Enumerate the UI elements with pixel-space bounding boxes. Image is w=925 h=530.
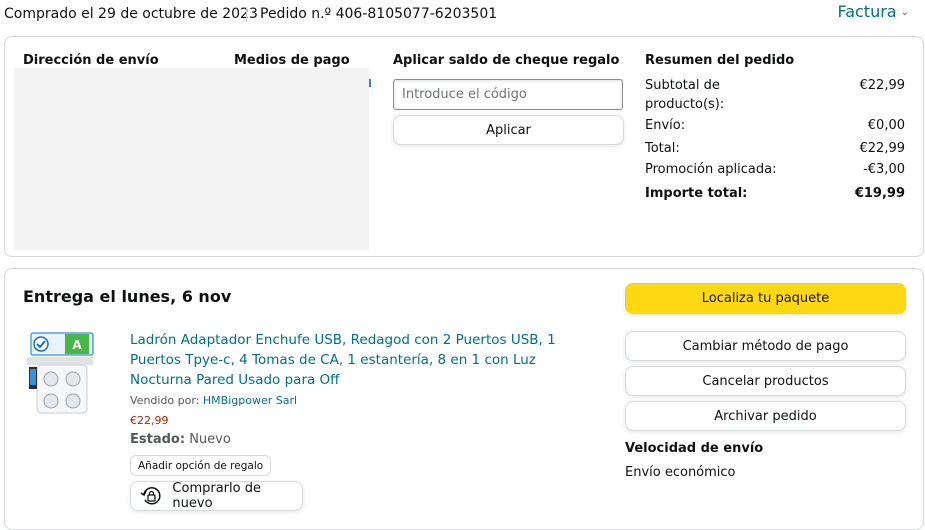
summary-row-subtotal: Subtotal de producto(s): €22,99 bbox=[645, 76, 907, 116]
order-header: Comprado el 29 de octubre de 2023 Pedido… bbox=[0, 0, 925, 30]
product-condition: Estado: Nuevo bbox=[130, 432, 231, 447]
product-image[interactable]: A bbox=[25, 331, 97, 423]
condition-label: Estado: bbox=[130, 432, 186, 447]
change-payment-method-button[interactable]: Cambiar método de pago bbox=[625, 331, 906, 361]
summary-value: €22,99 bbox=[859, 141, 906, 156]
summary-label: Total: bbox=[645, 141, 680, 156]
order-number: Pedido n.º 406-8105077-6203501 bbox=[260, 6, 498, 22]
condition-value: Nuevo bbox=[189, 432, 231, 447]
order-info-box: Dirección de envío Medios de pago Aplica… bbox=[4, 36, 924, 257]
gift-card-code-input[interactable] bbox=[393, 79, 623, 110]
order-summary-title: Resumen del pedido bbox=[645, 53, 795, 68]
order-date: Comprado el 29 de octubre de 2023 bbox=[4, 6, 258, 22]
summary-label: Envío: bbox=[645, 118, 686, 133]
sold-by-label: Vendido por: bbox=[130, 394, 200, 407]
summary-value: €19,99 bbox=[854, 186, 905, 201]
payment-card-edge bbox=[369, 79, 371, 87]
summary-row-promotion: Promoción aplicada: -€3,00 bbox=[645, 160, 907, 180]
product-price: €22,99 bbox=[130, 414, 169, 427]
chevron-down-icon: ⌄ bbox=[900, 7, 909, 18]
shipping-address-title: Dirección de envío bbox=[23, 53, 159, 68]
track-package-button[interactable]: Localiza tu paquete bbox=[625, 283, 906, 314]
seller-link[interactable]: HMBigpower Sarl bbox=[203, 394, 297, 407]
header-divider bbox=[246, 7, 247, 22]
summary-row-total: Total: €22,99 bbox=[645, 139, 907, 159]
buy-again-icon bbox=[139, 484, 162, 508]
summary-row-shipping: Envío: €0,00 bbox=[645, 116, 907, 136]
summary-value: €22,99 bbox=[859, 78, 906, 93]
shipment-box: Entrega el lunes, 6 nov Localiza tu paqu… bbox=[4, 268, 924, 530]
summary-label: Subtotal de producto(s): bbox=[645, 78, 725, 112]
product-title-link[interactable]: Ladrón Adaptador Enchufe USB, Redagod co… bbox=[130, 330, 600, 390]
gift-card-title: Aplicar saldo de cheque regalo bbox=[393, 53, 620, 68]
summary-value: -€3,00 bbox=[863, 162, 905, 177]
delivery-date-title: Entrega el lunes, 6 nov bbox=[23, 287, 232, 306]
cancel-products-button[interactable]: Cancelar productos bbox=[625, 366, 906, 396]
power-strip-image: A bbox=[27, 332, 94, 414]
invoice-label: Factura bbox=[837, 2, 897, 21]
shipping-speed-value: Envío económico bbox=[625, 465, 736, 480]
summary-label: Importe total: bbox=[645, 186, 748, 201]
summary-value: €0,00 bbox=[867, 118, 905, 133]
payment-methods-title: Medios de pago bbox=[234, 53, 350, 68]
summary-row-grand-total: Importe total: €19,99 bbox=[645, 184, 907, 204]
sold-by: Vendido por: HMBigpower Sarl bbox=[130, 394, 297, 407]
summary-label: Promoción aplicada: bbox=[645, 162, 777, 177]
buy-again-button[interactable]: Comprarlo de nuevo bbox=[130, 481, 303, 511]
add-gift-option-button[interactable]: Añadir opción de regalo bbox=[130, 455, 272, 476]
apply-gift-card-button[interactable]: Aplicar bbox=[393, 115, 624, 145]
invoice-link[interactable]: Factura ⌄ bbox=[837, 2, 909, 21]
buy-again-label: Comprarlo de nuevo bbox=[172, 481, 261, 511]
redacted-address-area bbox=[14, 68, 369, 250]
shipping-speed-title: Velocidad de envío bbox=[625, 441, 764, 456]
energy-badge-letter: A bbox=[72, 338, 82, 352]
archive-order-button[interactable]: Archivar pedido bbox=[625, 401, 906, 431]
